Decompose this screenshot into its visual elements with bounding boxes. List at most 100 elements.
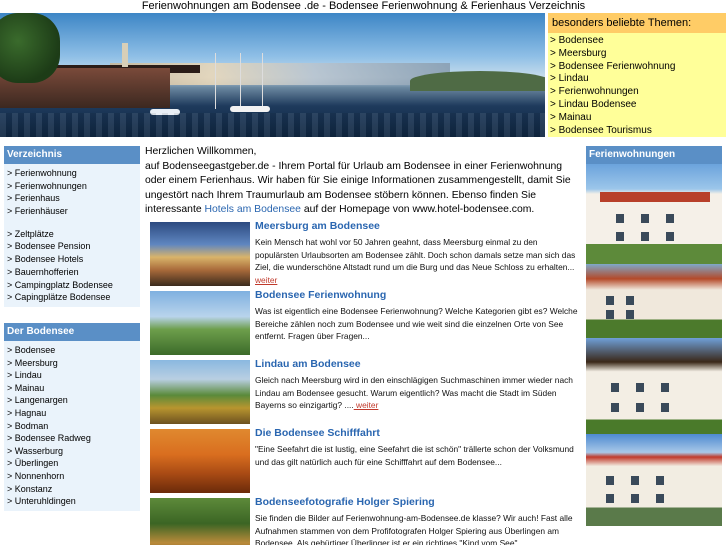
nav-item[interactable]: > Bodensee Pension (7, 240, 140, 253)
nav-link[interactable]: Ferienhaus (15, 193, 60, 203)
header-harbor-image (0, 13, 545, 137)
theme-item[interactable]: > Bodensee Tourismus (550, 125, 726, 138)
theme-item[interactable]: > Lindau (550, 73, 726, 86)
article-text-body: Gleich nach Meersburg wird in den einsch… (255, 375, 573, 411)
nav-item[interactable]: > Bodensee Radweg (7, 432, 140, 445)
theme-link[interactable]: Ferienwohnungen (559, 86, 639, 97)
more-link[interactable]: weiter (255, 275, 277, 285)
theme-item[interactable]: > Ferienwohnungen (550, 86, 726, 99)
nav-link[interactable]: Bodensee (15, 345, 56, 355)
article-image[interactable] (150, 291, 250, 355)
article-text: Was ist eigentlich eine Bodensee Ferienw… (255, 306, 578, 342)
nav-item[interactable]: > Capingplätze Bodensee (7, 291, 140, 304)
article-text-body: Kein Mensch hat wohl vor 50 Jahren geahn… (255, 237, 576, 273)
nav-item[interactable]: > Lindau (7, 369, 140, 382)
theme-link[interactable]: Bodensee (559, 35, 604, 46)
article-image[interactable] (150, 222, 250, 286)
article-text: Kein Mensch hat wohl vor 50 Jahren geahn… (255, 236, 580, 286)
nav-link[interactable]: Ferienwohnungen (15, 181, 87, 191)
nav-item[interactable]: > Unteruhldingen (7, 495, 140, 508)
nav-item[interactable]: > Bauernhofferien (7, 266, 140, 279)
nav-item[interactable]: > Bodman (7, 420, 140, 433)
nav-item[interactable]: > Nonnenhorn (7, 470, 140, 483)
nav-link[interactable]: Capingplätze Bodensee (15, 292, 111, 302)
welcome-greeting: Herzlichen Willkommen, (145, 146, 257, 157)
welcome-body-end: auf der Homepage von www.hotel-bodensee.… (300, 204, 535, 216)
nav-item[interactable]: > Langenargen (7, 394, 140, 407)
theme-item[interactable]: > Bodensee (550, 35, 726, 48)
nav-link[interactable]: Hagnau (15, 408, 47, 418)
nav-item[interactable]: > Meersburg (7, 357, 140, 370)
nav-link[interactable]: Campingplatz Bodensee (15, 280, 113, 290)
house-image[interactable] (586, 338, 722, 434)
article-title[interactable]: Bodenseefotografie Holger Spiering (255, 496, 435, 508)
nav-link[interactable]: Langenargen (15, 395, 68, 405)
theme-item[interactable]: > Mainau (550, 112, 726, 125)
nav-link[interactable]: Bodensee Pension (15, 241, 91, 251)
theme-link[interactable]: Lindau Bodensee (559, 99, 637, 110)
nav-link[interactable]: Nonnenhorn (15, 471, 65, 481)
nav-link[interactable]: Meersburg (15, 358, 58, 368)
nav-link[interactable]: Konstanz (15, 484, 53, 494)
welcome-body: auf Bodenseegastgeber.de - Ihrem Portal … (145, 160, 581, 218)
nav-link[interactable]: Mainau (15, 383, 45, 393)
nav-link[interactable]: Bodensee Radweg (15, 433, 91, 443)
theme-link[interactable]: Bodensee Tourismus (559, 125, 652, 136)
house-image[interactable] (586, 164, 722, 264)
article-text: Gleich nach Meersburg wird in den einsch… (255, 374, 580, 412)
nav-link[interactable]: Bauernhofferien (15, 267, 79, 277)
nav-item[interactable]: > Hagnau (7, 407, 140, 420)
nav-item[interactable]: > Campingplatz Bodensee (7, 279, 140, 292)
theme-link[interactable]: Lindau (559, 73, 589, 84)
nav-item[interactable]: > Ferienhaus (7, 192, 140, 205)
article-text: Sie finden die Bilder auf Ferienwohnung-… (255, 513, 573, 545)
article-ferienwohnung: Bodensee Ferienwohnung Was ist eigentlic… (150, 289, 582, 355)
nav-item[interactable]: > Wasserburg (7, 445, 140, 458)
nav-link[interactable]: Ferienhäuser (15, 206, 68, 216)
nav-item[interactable]: > Ferienhäuser (7, 205, 140, 218)
theme-item[interactable]: > Lindau Bodensee (550, 99, 726, 112)
verzeichnis-heading: Verzeichnis (4, 146, 140, 164)
article-text: "Eine Seefahrt die ist lustig, eine Seef… (255, 444, 574, 467)
popular-themes-heading: besonders beliebte Themen: (548, 13, 726, 33)
article-schifffahrt: Die Bodensee Schifffahrt "Eine Seefahrt … (150, 427, 582, 493)
nav-item[interactable]: > Bodensee Hotels (7, 253, 140, 266)
nav-item[interactable]: > Konstanz (7, 483, 140, 496)
nav-item[interactable]: > Überlingen (7, 457, 140, 470)
house-image[interactable] (586, 264, 722, 338)
nav-link[interactable]: Lindau (15, 370, 42, 380)
article-fotografie: Bodenseefotografie Holger Spiering Sie f… (150, 496, 582, 545)
more-link[interactable]: weiter (354, 400, 378, 410)
theme-item[interactable]: > Bodensee Ferienwohnung (550, 61, 726, 74)
nav-item[interactable]: > Ferienwohnungen (7, 180, 140, 193)
hotels-link[interactable]: Hotels am Bodensee (205, 204, 301, 215)
theme-link[interactable]: Mainau (559, 112, 592, 123)
der-bodensee-nav: Der Bodensee > Bodensee > Meersburg > Li… (4, 323, 140, 511)
nav-link[interactable]: Wasserburg (15, 446, 63, 456)
article-title[interactable]: Bodensee Ferienwohnung (255, 289, 386, 301)
house-image[interactable] (586, 434, 722, 526)
verzeichnis-nav: Verzeichnis > Ferienwohnung > Ferienwohn… (4, 146, 140, 307)
theme-link[interactable]: Bodensee Ferienwohnung (559, 61, 676, 72)
der-bodensee-heading: Der Bodensee (4, 323, 140, 341)
nav-item[interactable]: > Ferienwohnung (7, 167, 140, 180)
article-lindau: Lindau am Bodensee Gleich nach Meersburg… (150, 358, 582, 424)
article-meersburg: Meersburg am Bodensee Kein Mensch hat wo… (150, 220, 582, 286)
article-title[interactable]: Lindau am Bodensee (255, 358, 361, 370)
nav-link[interactable]: Unteruhldingen (15, 496, 76, 506)
article-image[interactable] (150, 429, 250, 493)
nav-link[interactable]: Überlingen (15, 458, 59, 468)
nav-link[interactable]: Ferienwohnung (15, 168, 77, 178)
article-image[interactable] (150, 498, 250, 545)
theme-link[interactable]: Meersburg (559, 48, 607, 59)
nav-link[interactable]: Bodman (15, 421, 49, 431)
article-title[interactable]: Meersburg am Bodensee (255, 220, 380, 232)
nav-item[interactable]: > Mainau (7, 382, 140, 395)
nav-link[interactable]: Zeltplätze (15, 229, 54, 239)
article-title[interactable]: Die Bodensee Schifffahrt (255, 427, 380, 439)
nav-item[interactable]: > Zeltplätze (7, 228, 140, 241)
nav-link[interactable]: Bodensee Hotels (15, 254, 84, 264)
theme-item[interactable]: > Meersburg (550, 48, 726, 61)
article-image[interactable] (150, 360, 250, 424)
nav-item[interactable]: > Bodensee (7, 344, 140, 357)
